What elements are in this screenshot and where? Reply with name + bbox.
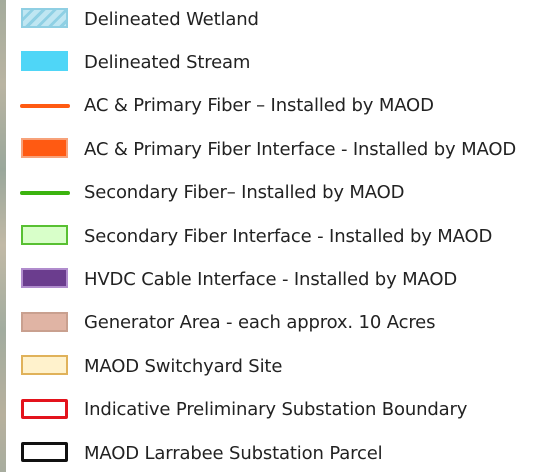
legend-swatch-box xyxy=(21,398,68,419)
substation-boundary-outline-icon xyxy=(20,397,70,423)
legend-swatch-box xyxy=(21,8,68,28)
ac-fiber-interface-swatch-icon xyxy=(20,136,70,162)
legend-label: Secondary Fiber– Installed by MAOD xyxy=(84,182,405,204)
legend-label: AC & Primary Fiber – Installed by MAOD xyxy=(84,95,434,117)
legend-line-stroke xyxy=(20,103,70,108)
legend-line-stroke xyxy=(20,190,70,195)
legend-label: Delineated Stream xyxy=(84,51,251,73)
legend-item-wetland: Delineated Wetland xyxy=(20,6,555,32)
legend-swatch-box xyxy=(21,268,68,289)
larrabee-parcel-outline-icon xyxy=(20,440,70,466)
legend-swatch-box xyxy=(21,442,68,462)
legend-item-ac-fiber-interface: AC & Primary Fiber Interface - Installed… xyxy=(20,136,555,162)
generator-swatch-icon xyxy=(20,310,70,336)
map-legend: Delineated Wetland Delineated Stream AC … xyxy=(0,0,555,472)
legend-label: AC & Primary Fiber Interface - Installed… xyxy=(84,138,517,160)
legend-item-larrabee-parcel: MAOD Larrabee Substation Parcel xyxy=(20,440,555,466)
legend-label: MAOD Larrabee Substation Parcel xyxy=(84,442,383,464)
wetland-swatch-icon xyxy=(20,6,70,32)
legend-item-substation-boundary: Indicative Preliminary Substation Bounda… xyxy=(20,397,555,423)
hvdc-swatch-icon xyxy=(20,266,70,292)
legend-swatch-box xyxy=(21,225,68,245)
legend-label: MAOD Switchyard Site xyxy=(84,355,283,377)
ac-fiber-line-icon xyxy=(20,93,70,119)
legend-item-secondary-fiber: Secondary Fiber– Installed by MAOD xyxy=(20,180,555,206)
legend-item-switchyard: MAOD Switchyard Site xyxy=(20,353,555,379)
legend-swatch-box xyxy=(21,51,68,72)
legend-item-ac-fiber: AC & Primary Fiber – Installed by MAOD xyxy=(20,93,555,119)
legend-label: Indicative Preliminary Substation Bounda… xyxy=(84,399,468,421)
legend-item-hvdc: HVDC Cable Interface - Installed by MAOD xyxy=(20,266,555,292)
legend-item-secondary-fiber-interface: Secondary Fiber Interface - Installed by… xyxy=(20,223,555,249)
legend-label: Delineated Wetland xyxy=(84,8,259,30)
legend-item-generator: Generator Area - each approx. 10 Acres xyxy=(20,310,555,336)
legend-label: Secondary Fiber Interface - Installed by… xyxy=(84,225,493,247)
legend-label: Generator Area - each approx. 10 Acres xyxy=(84,312,436,334)
stream-swatch-icon xyxy=(20,49,70,75)
legend-swatch-box xyxy=(21,311,68,332)
legend-swatch-box xyxy=(21,138,68,159)
switchyard-swatch-icon xyxy=(20,353,70,379)
secondary-fiber-interface-swatch-icon xyxy=(20,223,70,249)
legend-swatch-box xyxy=(21,355,68,376)
legend-label: HVDC Cable Interface - Installed by MAOD xyxy=(84,268,458,290)
legend-item-stream: Delineated Stream xyxy=(20,49,555,75)
secondary-fiber-line-icon xyxy=(20,180,70,206)
